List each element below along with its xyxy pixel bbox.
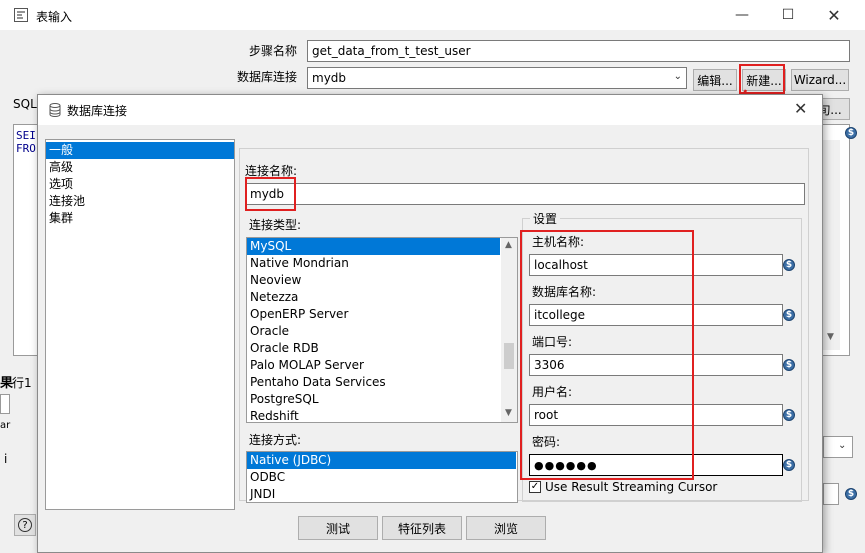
dialog-titlebar: 数据库连接 ✕ bbox=[38, 95, 822, 125]
variable-icon: $ bbox=[845, 127, 857, 139]
conn-type-item[interactable]: Pentaho Data Services bbox=[247, 374, 517, 391]
scroll-down-icon[interactable]: ▼ bbox=[827, 332, 834, 342]
database-connection-dialog: 数据库连接 ✕ 一般 高级 选项 连接池 集群 连接名称: mydb 连接类型:… bbox=[37, 94, 823, 553]
settings-highlight bbox=[520, 230, 694, 480]
access-item[interactable]: ODBC bbox=[247, 469, 517, 486]
close-icon[interactable]: ✕ bbox=[811, 0, 857, 30]
streaming-cursor-label: Use Result Streaming Cursor bbox=[545, 480, 718, 494]
help-icon[interactable]: ? bbox=[14, 514, 36, 536]
nav-item-pooling[interactable]: 连接池 bbox=[46, 193, 234, 210]
bg-dropdown-fragment[interactable]: ⌄ bbox=[823, 436, 853, 458]
window-title: 表输入 bbox=[36, 10, 73, 24]
nav-item-options[interactable]: 选项 bbox=[46, 176, 234, 193]
sql-text-line: FRO bbox=[16, 142, 36, 155]
conn-type-item[interactable]: Palo MOLAP Server bbox=[247, 357, 517, 374]
dialog-title: 数据库连接 bbox=[67, 104, 128, 118]
wizard-button[interactable]: Wizard... bbox=[791, 69, 849, 91]
conn-type-item[interactable]: MySQL bbox=[247, 238, 500, 255]
test-button[interactable]: 测试 bbox=[298, 516, 378, 540]
access-method-label: 连接方式: bbox=[249, 433, 302, 447]
variable-icon: $ bbox=[783, 409, 795, 421]
conn-type-item[interactable]: Native Mondrian bbox=[247, 255, 517, 272]
nav-item-advanced[interactable]: 高级 bbox=[46, 159, 234, 176]
bg-fragment: i bbox=[4, 452, 8, 466]
variable-icon: $ bbox=[783, 459, 795, 471]
streaming-cursor-checkbox[interactable]: ✓ bbox=[529, 481, 541, 493]
sql-scrollbar[interactable]: ▼ bbox=[823, 140, 840, 350]
connection-name-input[interactable]: mydb bbox=[245, 183, 805, 205]
bg-textbox-fragment[interactable] bbox=[823, 483, 839, 505]
explore-button[interactable]: 浏览 bbox=[466, 516, 546, 540]
connection-type-list[interactable]: MySQL Native Mondrian Neoview Netezza Op… bbox=[246, 237, 518, 423]
access-item[interactable]: Native (JDBC) bbox=[247, 452, 516, 469]
bg-fragment: ar bbox=[0, 420, 11, 431]
variable-icon: $ bbox=[845, 488, 857, 500]
step-name-input[interactable]: get_data_from_t_test_user bbox=[307, 40, 850, 62]
nav-item-clustering[interactable]: 集群 bbox=[46, 210, 234, 227]
settings-nav-list: 一般 高级 选项 连接池 集群 bbox=[45, 139, 235, 510]
conn-type-item[interactable]: OpenERP Server bbox=[247, 306, 517, 323]
chevron-down-icon[interactable]: ⌄ bbox=[674, 71, 682, 82]
settings-group-label: 设置 bbox=[530, 210, 561, 227]
conn-type-item[interactable]: Netezza bbox=[247, 289, 517, 306]
conn-type-scrollbar[interactable]: ▲ ▼ bbox=[501, 238, 517, 422]
connection-name-highlight bbox=[245, 177, 296, 211]
scroll-down-icon[interactable]: ▼ bbox=[505, 408, 512, 418]
database-icon bbox=[49, 103, 61, 117]
variable-icon: $ bbox=[783, 309, 795, 321]
conn-type-item[interactable]: PostgreSQL bbox=[247, 391, 517, 408]
scroll-up-icon[interactable]: ▲ bbox=[505, 240, 512, 250]
bg-fragment: 行1 bbox=[12, 376, 32, 390]
connection-type-label: 连接类型: bbox=[249, 218, 302, 232]
conn-type-item[interactable]: Oracle bbox=[247, 323, 517, 340]
scroll-thumb[interactable] bbox=[504, 343, 514, 369]
sql-label: SQL bbox=[13, 97, 37, 111]
db-conn-select[interactable]: mydb ⌄ bbox=[307, 67, 687, 89]
minimize-icon[interactable]: — bbox=[719, 0, 765, 30]
variable-icon: $ bbox=[783, 359, 795, 371]
db-conn-value: mydb bbox=[312, 71, 347, 85]
feature-list-button[interactable]: 特征列表 bbox=[382, 516, 462, 540]
maximize-icon[interactable]: ☐ bbox=[765, 0, 811, 30]
step-name-label: 步骤名称 bbox=[249, 44, 298, 58]
db-conn-label: 数据库连接 bbox=[237, 70, 298, 84]
conn-type-item[interactable]: Redshift bbox=[247, 408, 517, 422]
chevron-down-icon: ⌄ bbox=[838, 440, 847, 451]
conn-type-item[interactable]: Neoview bbox=[247, 272, 517, 289]
window-titlebar: 表输入 — ☐ ✕ bbox=[0, 0, 865, 30]
conn-type-item[interactable]: Oracle RDB bbox=[247, 340, 517, 357]
access-item[interactable]: JNDI bbox=[247, 486, 517, 502]
nav-item-general[interactable]: 一般 bbox=[46, 142, 234, 159]
sql-text-line: SEI bbox=[16, 129, 36, 142]
variable-icon: $ bbox=[783, 259, 795, 271]
close-icon[interactable]: ✕ bbox=[794, 99, 807, 118]
bg-textbox-fragment bbox=[0, 394, 10, 414]
access-method-list[interactable]: Native (JDBC) ODBC JNDI bbox=[246, 451, 518, 503]
window-app-icon bbox=[14, 8, 28, 22]
